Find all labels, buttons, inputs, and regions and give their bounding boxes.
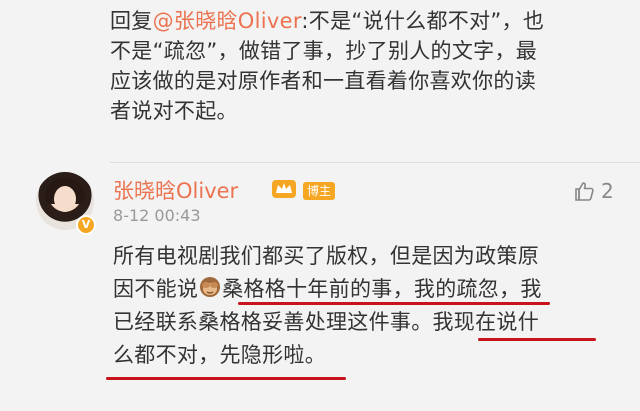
- see-no-evil-monkey-icon: [200, 277, 221, 297]
- weibo-comment-screenshot: 回复@张晓晗Oliver:不是“说什么都不对”，也 不是“疏忽”，做错了事，抄了…: [0, 0, 640, 411]
- comment-line-2a: 因不能说: [113, 277, 199, 301]
- reply-line-4: 者说对不起。: [110, 99, 238, 123]
- verified-v-icon: V: [76, 215, 96, 235]
- thumbs-up-icon: [575, 182, 594, 201]
- comment-line-1: 所有电视剧我们都买了版权，但是因为政策原: [113, 244, 539, 268]
- comment-text: 所有电视剧我们都买了版权，但是因为政策原 因不能说 桑格格十年前的事，我的疏忽，…: [113, 240, 623, 372]
- like-count: 2: [601, 179, 614, 203]
- highlight-underline-3: [106, 377, 346, 380]
- reply-line-3: 应该做的是对原作者和一直看着你喜欢你的读: [110, 69, 536, 93]
- avatar-face: [54, 186, 76, 212]
- comment-line-2b: 桑格格十年前的事，我的疏忽，我: [222, 277, 542, 301]
- role-badge: 博主: [303, 182, 336, 200]
- comment-username[interactable]: 张晓晗Oliver: [113, 175, 238, 205]
- comment-line-4: 么都不对，先隐形啦。: [113, 343, 326, 367]
- crown-icon: [272, 180, 296, 198]
- reply-line-1: :不是“说什么都不对”，也: [301, 9, 545, 33]
- comment-divider: [110, 162, 640, 163]
- comment-line-3: 已经联系桑格格妥善处理这件事。我现在说什: [113, 310, 539, 334]
- reply-text: 回复@张晓晗Oliver:不是“说什么都不对”，也 不是“疏忽”，做错了事，抄了…: [110, 6, 630, 126]
- highlight-underline-2: [478, 338, 596, 341]
- reply-line-2: 不是“疏忽”，做错了事，抄了别人的文字，最: [110, 39, 538, 63]
- like-button[interactable]: 2: [573, 179, 614, 203]
- comment-timestamp: 8-12 00:43: [113, 206, 201, 225]
- reply-mention-link[interactable]: @张晓晗Oliver: [153, 9, 302, 33]
- highlight-underline-1: [238, 302, 550, 305]
- reply-prefix: 回复: [110, 9, 153, 33]
